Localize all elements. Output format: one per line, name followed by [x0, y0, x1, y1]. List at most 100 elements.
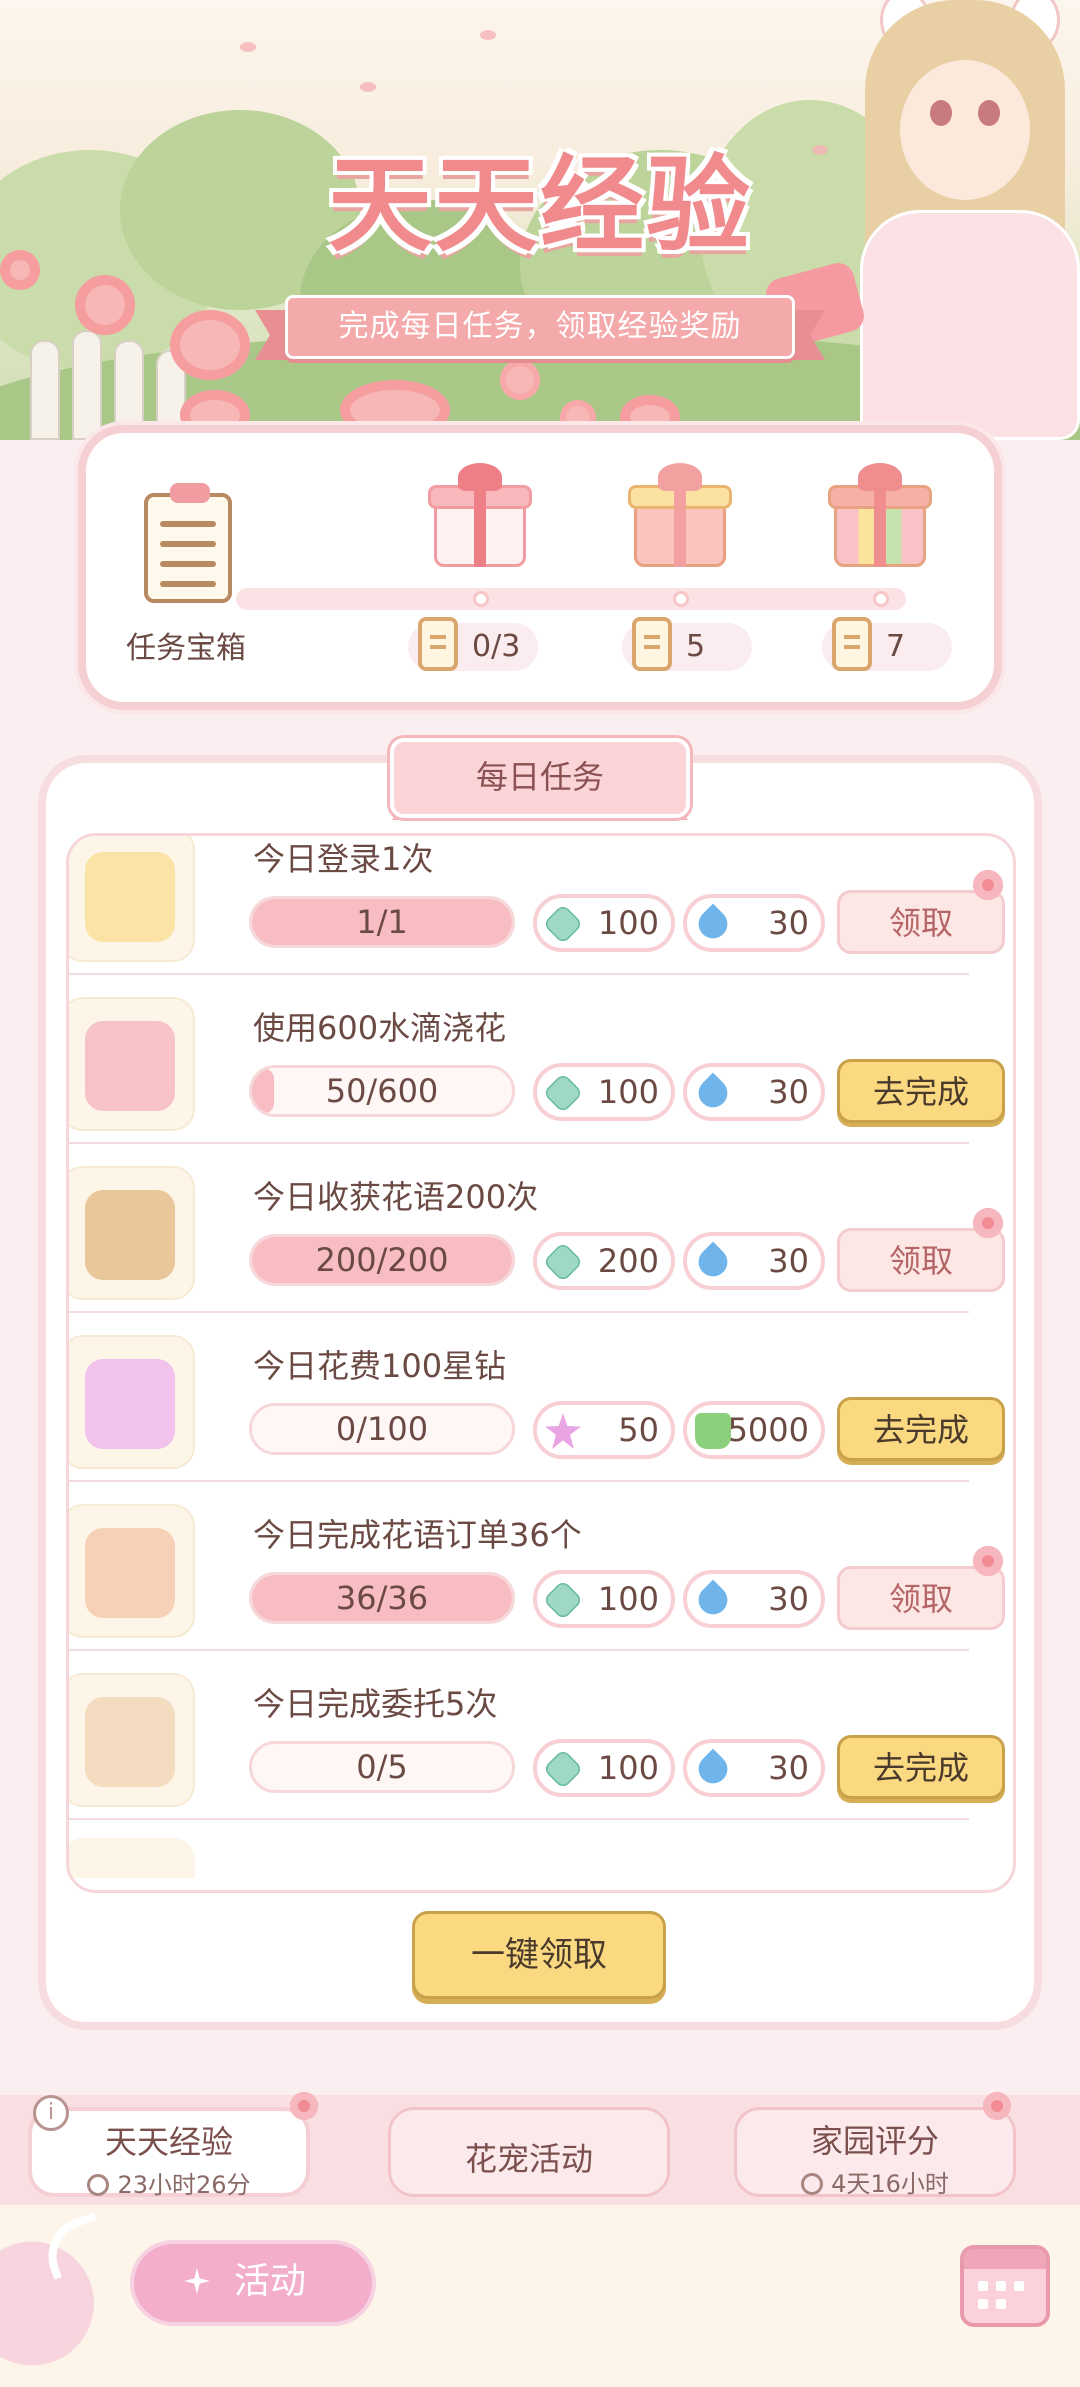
reward-value: 50 [618, 1411, 659, 1449]
reward-value: 100 [597, 1073, 659, 1111]
clipboard-icon [418, 617, 458, 671]
exp-icon [542, 1579, 584, 1621]
reward-value: 100 [597, 1580, 659, 1618]
task-row: 今日完成花语订单36个 36/36 100 30 领取 [69, 1482, 1005, 1651]
gift-box-gold-icon[interactable] [628, 463, 732, 567]
tab-timer: 23小时26分 [32, 2165, 306, 2200]
event-tabs-bar: 天天经验 23小时26分 花宠活动 家园评分 4天16小时 [0, 2095, 1080, 2205]
tab-home-rating[interactable]: 家园评分 4天16小时 [734, 2107, 1016, 2198]
chest-label: 任务宝箱 [126, 631, 246, 666]
task-claim-button[interactable]: 领取 [837, 890, 1005, 954]
exp-icon [542, 1072, 584, 1114]
flower-badge-icon [973, 870, 1003, 900]
reward-pill: 30 [683, 1570, 825, 1628]
clipboard-icon [144, 483, 232, 603]
reward-value: 30 [768, 1749, 809, 1787]
task-go-button[interactable]: 去完成 [837, 1059, 1005, 1123]
fence-decoration [0, 320, 186, 440]
task-progress-bar: 0/100 [249, 1403, 515, 1455]
daily-tasks-panel: 今日登录1次 1/1 100 30 领取 使用600水滴浇花 50/600 100 30 去完成今… [38, 755, 1042, 2030]
task-claim-button[interactable]: 领取 [837, 1566, 1005, 1630]
task-go-button[interactable]: 去完成 [837, 1397, 1005, 1461]
flower-decoration [500, 360, 540, 400]
star-diamond-icon [545, 1413, 581, 1449]
task-progress-bar: 0/5 [249, 1741, 515, 1793]
water-drop-icon [692, 1241, 734, 1283]
activity-button[interactable]: 活动 [130, 2240, 376, 2326]
character-girl-illustration [820, 0, 1080, 440]
task-row: 使用600水滴浇花 50/600 100 30 去完成 [69, 975, 1005, 1144]
reward-value: 30 [768, 1580, 809, 1618]
task-list[interactable]: 今日登录1次 1/1 100 30 领取 使用600水滴浇花 50/600 100 30 去完成今… [66, 833, 1016, 1893]
progress-milestone-dot [873, 591, 889, 607]
task-title: 今日完成花语订单36个 [253, 1516, 582, 1554]
task-chest-panel: 任务宝箱 0/3 5 7 [78, 425, 1002, 710]
reward-value: 100 [597, 1749, 659, 1787]
task-go-button[interactable]: 去完成 [837, 1735, 1005, 1799]
task-progress-bar: 200/200 [249, 1234, 515, 1286]
flower-badge-icon [290, 2092, 318, 2120]
milestone-count: 7 [822, 617, 952, 671]
task-row: 今日登录1次 1/1 100 30 领取 [69, 836, 1005, 975]
gift-box-pink-icon[interactable] [428, 463, 532, 567]
progress-milestone-dot [473, 591, 489, 607]
clock-icon [87, 2174, 110, 2196]
task-progress-text: 200/200 [315, 1241, 449, 1279]
reward-pill: 30 [683, 1232, 825, 1290]
reward-value: 100 [597, 904, 659, 942]
flower-badge-icon [983, 2092, 1011, 2120]
page-title: 天天经验 [327, 144, 752, 266]
task-title: 今日花费100星钻 [253, 1347, 507, 1385]
milestone-count: 5 [622, 617, 752, 671]
task-progress-text: 1/1 [356, 903, 408, 941]
bouquet-order-icon [69, 1504, 195, 1638]
water-drop-icon [692, 1579, 734, 1621]
task-progress-bar: 50/600 [249, 1065, 515, 1117]
back-button[interactable] [37, 2212, 111, 2280]
back-arrow-icon [37, 2212, 111, 2280]
calendar-icon[interactable] [960, 2245, 1050, 2327]
task-row: 今日花费100星钻 0/100 50 5000 去完成 [69, 1313, 1005, 1482]
commission-clipboard-icon [69, 1673, 195, 1807]
reward-pill: 5000 [683, 1401, 825, 1459]
flower-badge-icon [973, 1546, 1003, 1576]
task-claim-button[interactable]: 领取 [837, 1228, 1005, 1292]
flower-decoration [75, 275, 135, 335]
progress-milestone-dot [673, 591, 689, 607]
exp-icon [542, 903, 584, 945]
chest-progress-bar [236, 588, 906, 610]
reward-pill: 200 [533, 1232, 675, 1290]
task-title: 使用600水滴浇花 [253, 1009, 507, 1047]
task-row: 今日完成委托5次 0/5 100 30 去完成 [69, 1651, 1005, 1820]
tab-daily-exp[interactable]: 天天经验 23小时26分 [28, 2107, 310, 2200]
reward-value: 30 [768, 904, 809, 942]
task-progress-text: 36/36 [335, 1579, 429, 1617]
task-progress-text: 0/100 [335, 1410, 429, 1448]
task-progress-bar: 36/36 [249, 1572, 515, 1624]
reward-pill: 30 [683, 1063, 825, 1121]
reward-pill: 100 [533, 1570, 675, 1628]
flower-decoration [170, 310, 250, 380]
task-title: 今日登录1次 [253, 840, 434, 878]
daily-tasks-header: 每日任务 [390, 738, 690, 818]
task-title: 今日收获花语200次 [253, 1178, 539, 1216]
task-title: 今日完成委托5次 [253, 1685, 498, 1723]
exp-icon [542, 1748, 584, 1790]
reward-pill: 100 [533, 1739, 675, 1797]
gift-box-rainbow-icon[interactable] [828, 463, 932, 567]
clipboard-icon [832, 617, 872, 671]
petal-decoration [360, 82, 376, 92]
water-drop-icon [692, 1072, 734, 1114]
reward-pill: 30 [683, 1739, 825, 1797]
flower-badge-icon [973, 1208, 1003, 1238]
page-subtitle: 完成每日任务，领取经验奖励 [285, 295, 795, 359]
info-icon[interactable]: i [33, 2095, 69, 2131]
watering-can-icon [69, 997, 195, 1131]
reward-pill: 50 [533, 1401, 675, 1459]
task-progress-bar: 1/1 [249, 896, 515, 948]
flower-decoration [0, 250, 40, 290]
login-gamepad-icon [69, 836, 195, 962]
tab-flower-pet-event[interactable]: 花宠活动 [388, 2107, 670, 2197]
petal-decoration [480, 30, 496, 40]
claim-all-button[interactable]: 一键领取 [412, 1911, 666, 1999]
